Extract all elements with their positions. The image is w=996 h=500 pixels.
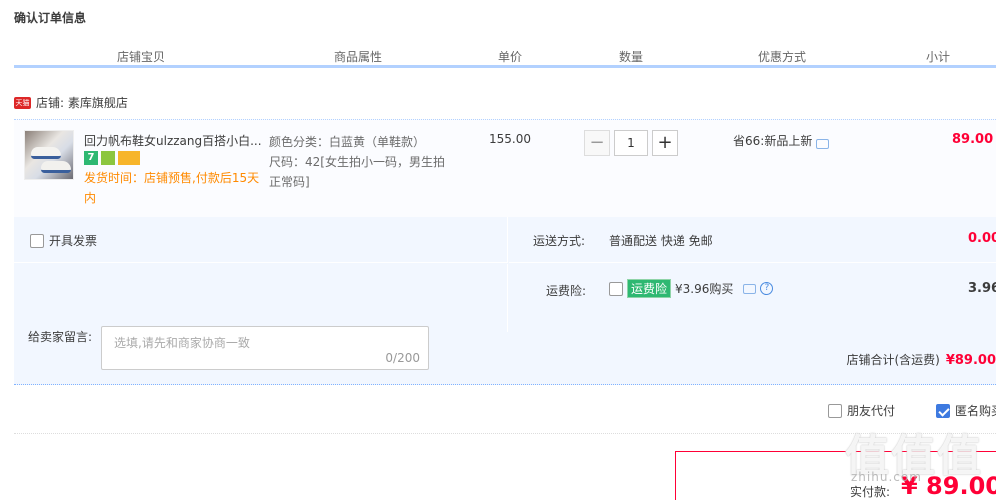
unit-price: 155.00 [489,132,531,146]
page-title: 确认订单信息 [14,11,87,25]
col-header-qty: 数量 [618,50,643,64]
insurance-label: 运费险: [546,284,587,298]
insurance-desc: ¥3.96购买 [675,282,734,296]
friend-pay-option[interactable]: 朋友代付 [828,402,895,419]
service-badges: 7 [84,151,140,165]
item-subtotal: 89.00 [952,132,994,147]
attr-color: 颜色分类：白蓝黄（单鞋款） [269,135,426,149]
insurance-cell: 运费险: 运费险 ¥3.96购买 ? 3.96 [509,264,996,332]
friend-pay-checkbox[interactable] [828,403,842,418]
col-header-subtotal: 小计 [925,50,950,64]
col-header-item: 店铺宝贝 [116,50,165,64]
attr-size: 尺码：42[女生拍小一码，男生拍正常码] [269,155,445,189]
shop-name-link[interactable]: 店铺: 素库旗舰店 [36,94,128,111]
qty-minus-button[interactable]: − [584,130,610,156]
shipping-price: 0.00 [968,231,996,246]
anonymous-checkbox[interactable] [936,403,950,418]
order-item-row: 回力帆布鞋女ulzzang百搭小白... 7 发货时间：店铺预售,付款后15天内… [14,119,996,217]
comment-icon[interactable] [743,283,757,294]
message-char-count: 0/200 [385,351,420,365]
shipping-cell: 运送方式: 普通配送 快递 免邮 0.00 [509,217,996,263]
payment-summary: 实付款: ¥ 89.00 [675,451,996,500]
qty-plus-button[interactable]: + [652,130,678,156]
shoe-image-icon [31,147,61,159]
item-thumbnail[interactable] [24,130,74,180]
anonymous-option[interactable]: 匿名购买 [936,402,996,419]
insurance-checkbox[interactable] [609,281,623,296]
insurance-tag: 运费险 [627,279,672,298]
col-header-promo: 优惠方式 [757,50,806,64]
invoice-cell: 开具发票 [14,217,508,263]
extra-options: 朋友代付 匿名购买 [14,386,996,434]
order-table-header: 店铺宝贝 商品属性 单价 数量 优惠方式 小计 [14,44,996,68]
qty-input[interactable]: 1 [614,130,648,156]
message-placeholder: 选填,请先和商家协商一致 [114,336,250,350]
anonymous-label: 匿名购买 [955,404,996,418]
invoice-label: 开具发票 [49,234,98,248]
shop-total: 店铺合计(含运费) ¥89.00 [846,351,996,368]
insurance-option[interactable]: 运费险 ¥3.96购买 ? [609,279,774,298]
shipping-method[interactable]: 普通配送 快递 免邮 [609,232,713,249]
col-header-attr: 商品属性 [333,50,382,64]
item-title-link[interactable]: 回力帆布鞋女ulzzang百搭小白... [84,132,264,149]
order-options: 开具发票 给卖家留言: 选填,请先和商家协商一致 0/200 运送方式: 普通配… [14,217,996,385]
shop-total-value: ¥89.00 [945,353,996,368]
shoe-image-icon-2 [41,161,71,173]
invoice-option[interactable]: 开具发票 [30,232,97,249]
tmall-badge-icon: 天猫 [14,96,31,109]
shop-total-label: 店铺合计(含运费) [846,353,940,367]
quantity-stepper: − 1 + [584,130,678,156]
promo-info: 省66:新品上新 [733,132,830,149]
friend-pay-label: 朋友代付 [847,404,896,418]
payment-total: ¥ 89.00 [901,472,996,500]
shipping-label: 运送方式: [533,234,586,248]
message-cell: 给卖家留言: 选填,请先和商家协商一致 0/200 [14,264,508,370]
insurance-price: 3.96 [968,281,996,296]
ship-time-note: 发货时间：店铺预售,付款后15天内 [84,171,260,205]
guarantee-icon[interactable] [101,151,115,165]
credit-card-icon[interactable] [118,151,140,165]
comment-icon[interactable] [816,138,830,149]
col-header-price: 单价 [497,50,522,64]
shop-info: 天猫 店铺: 素库旗舰店 [14,94,128,111]
item-attributes: 颜色分类：白蓝黄（单鞋款） 尺码：42[女生拍小一码，男生拍正常码] [269,132,454,192]
message-label: 给卖家留言: [28,330,93,344]
invoice-checkbox[interactable] [30,233,44,248]
promo-text: 省66:新品上新 [733,134,813,148]
payment-label: 实付款: [850,485,891,499]
help-icon[interactable]: ? [760,282,774,295]
seven-day-return-icon[interactable]: 7 [84,151,98,165]
message-input[interactable]: 选填,请先和商家协商一致 0/200 [101,326,429,370]
